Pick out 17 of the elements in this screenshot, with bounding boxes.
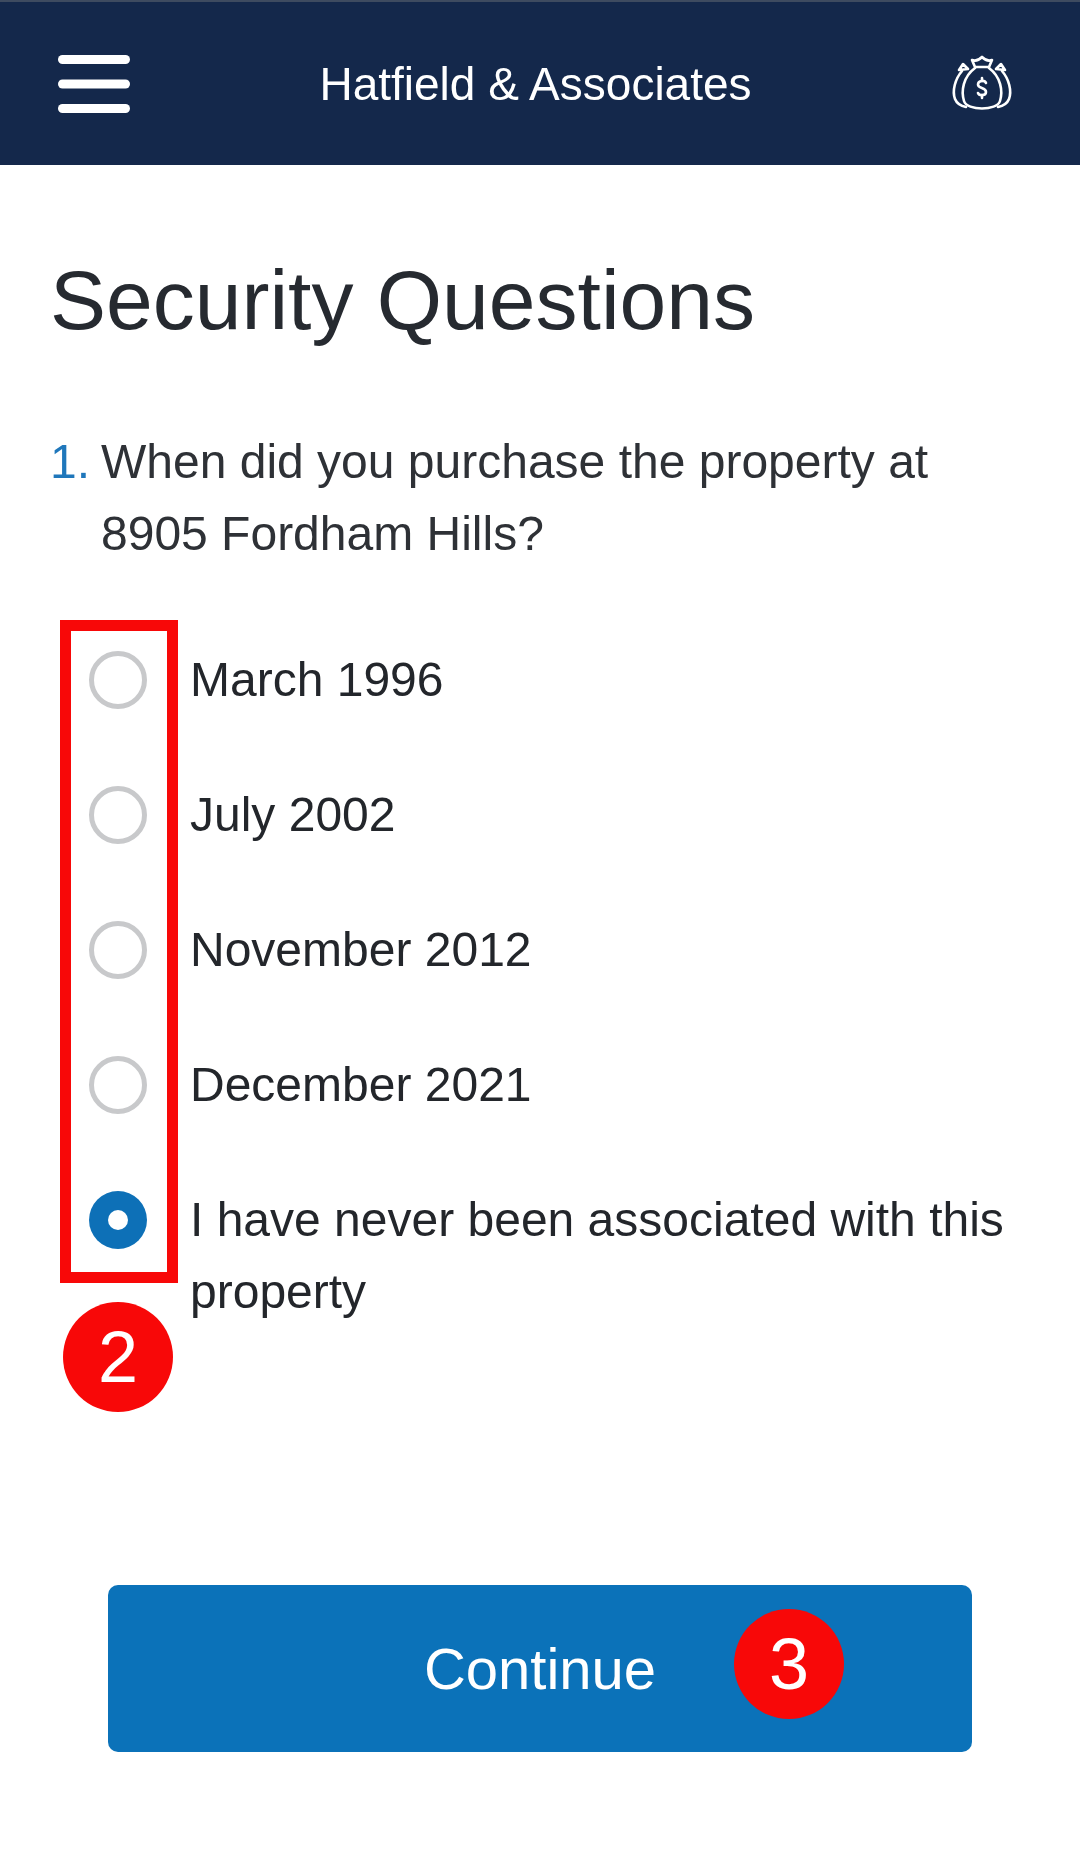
radio-button[interactable] [89, 921, 147, 979]
radio-button[interactable] [89, 786, 147, 844]
page-heading: Security Questions [49, 252, 756, 349]
question-number: 1. [50, 434, 92, 490]
radio-button[interactable] [89, 1191, 147, 1249]
option-label[interactable]: I have never been associated with this property [190, 1184, 1050, 1328]
option-label[interactable]: March 1996 [190, 644, 444, 716]
money-bags-icon[interactable] [951, 54, 1013, 113]
radio-button[interactable] [89, 651, 147, 709]
question-text: When did you purchase the property at 8905 Fordham Hills? [101, 434, 930, 562]
step-badge: 2 [63, 1302, 173, 1412]
menu-icon[interactable] [58, 54, 130, 113]
option-label[interactable]: November 2012 [190, 914, 532, 986]
option-label[interactable]: July 2002 [190, 779, 396, 851]
radio-button[interactable] [89, 1056, 147, 1114]
app-title: Hatfield & Associates [319, 56, 752, 112]
option-label[interactable]: December 2021 [190, 1049, 532, 1121]
